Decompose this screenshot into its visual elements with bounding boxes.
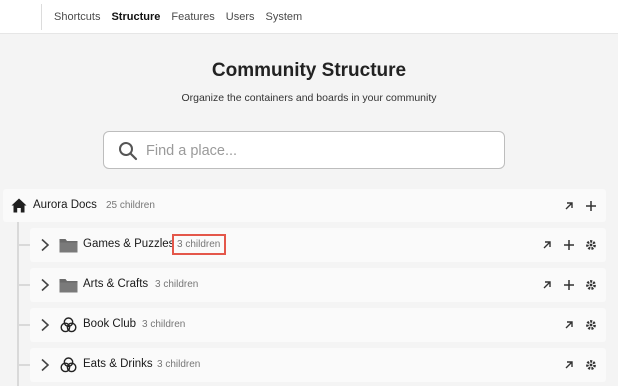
root-community-row[interactable]: Aurora Docs 25 children [3, 189, 606, 222]
search-box [103, 131, 505, 169]
tree-branch [17, 324, 30, 326]
chevron-right-icon[interactable] [39, 278, 51, 292]
gear-icon[interactable] [584, 358, 598, 372]
tree-row-arts-crafts[interactable]: Arts & Crafts 3 children [30, 268, 606, 302]
add-icon[interactable] [584, 199, 598, 213]
search-input[interactable] [146, 138, 496, 164]
children-count-highlighted: 3 children [172, 234, 227, 255]
tree-row-book-club[interactable]: Book Club 3 children [30, 308, 606, 342]
page-subtitle: Organize the containers and boards in yo… [181, 92, 437, 104]
gear-icon[interactable] [584, 238, 598, 252]
place-name: Book Club [83, 318, 137, 330]
tab-shortcuts[interactable]: Shortcuts [54, 11, 100, 23]
open-link-icon[interactable] [540, 278, 554, 292]
page-title: Community Structure [211, 60, 407, 81]
row-actions [562, 358, 598, 372]
search-icon [119, 142, 138, 161]
root-actions [562, 199, 598, 213]
tree-branch [17, 284, 30, 286]
tab-features[interactable]: Features [171, 11, 214, 23]
group-hub-icon [60, 317, 77, 333]
root-name: Aurora Docs [33, 199, 97, 211]
home-icon [11, 198, 27, 213]
nav-divider [41, 4, 42, 30]
top-navigation-bar: Shortcuts Structure Features Users Syste… [0, 0, 618, 34]
chevron-right-icon[interactable] [39, 318, 51, 332]
nav-tabs: Shortcuts Structure Features Users Syste… [54, 0, 302, 34]
place-name: Games & Puzzles [83, 238, 175, 250]
chevron-right-icon[interactable] [39, 238, 51, 252]
row-actions [540, 238, 598, 252]
place-name: Eats & Drinks [83, 358, 153, 370]
tab-system[interactable]: System [266, 11, 303, 23]
folder-icon [59, 239, 78, 253]
gear-icon[interactable] [584, 278, 598, 292]
tree-connector-line [17, 222, 19, 386]
children-count: 3 children [157, 359, 201, 370]
children-count: 3 children [155, 279, 199, 290]
place-name: Arts & Crafts [83, 278, 149, 290]
root-children-count: 25 children [106, 200, 155, 211]
children-count: 3 children [142, 319, 186, 330]
open-link-icon[interactable] [562, 318, 576, 332]
group-hub-icon [60, 357, 77, 373]
open-link-icon[interactable] [562, 199, 576, 213]
tree-row-eats-drinks[interactable]: Eats & Drinks 3 children [30, 348, 606, 382]
chevron-right-icon[interactable] [39, 358, 51, 372]
tree-branch [17, 364, 30, 366]
open-link-icon[interactable] [540, 238, 554, 252]
tree-row-games-puzzles[interactable]: Games & Puzzles 3 children [30, 228, 606, 262]
row-actions [540, 278, 598, 292]
tree-branch [17, 244, 30, 246]
row-actions [562, 318, 598, 332]
tab-users[interactable]: Users [226, 11, 255, 23]
open-link-icon[interactable] [562, 358, 576, 372]
folder-icon [59, 279, 78, 293]
add-icon[interactable] [562, 238, 576, 252]
add-icon[interactable] [562, 278, 576, 292]
tab-structure[interactable]: Structure [111, 11, 160, 23]
gear-icon[interactable] [584, 318, 598, 332]
